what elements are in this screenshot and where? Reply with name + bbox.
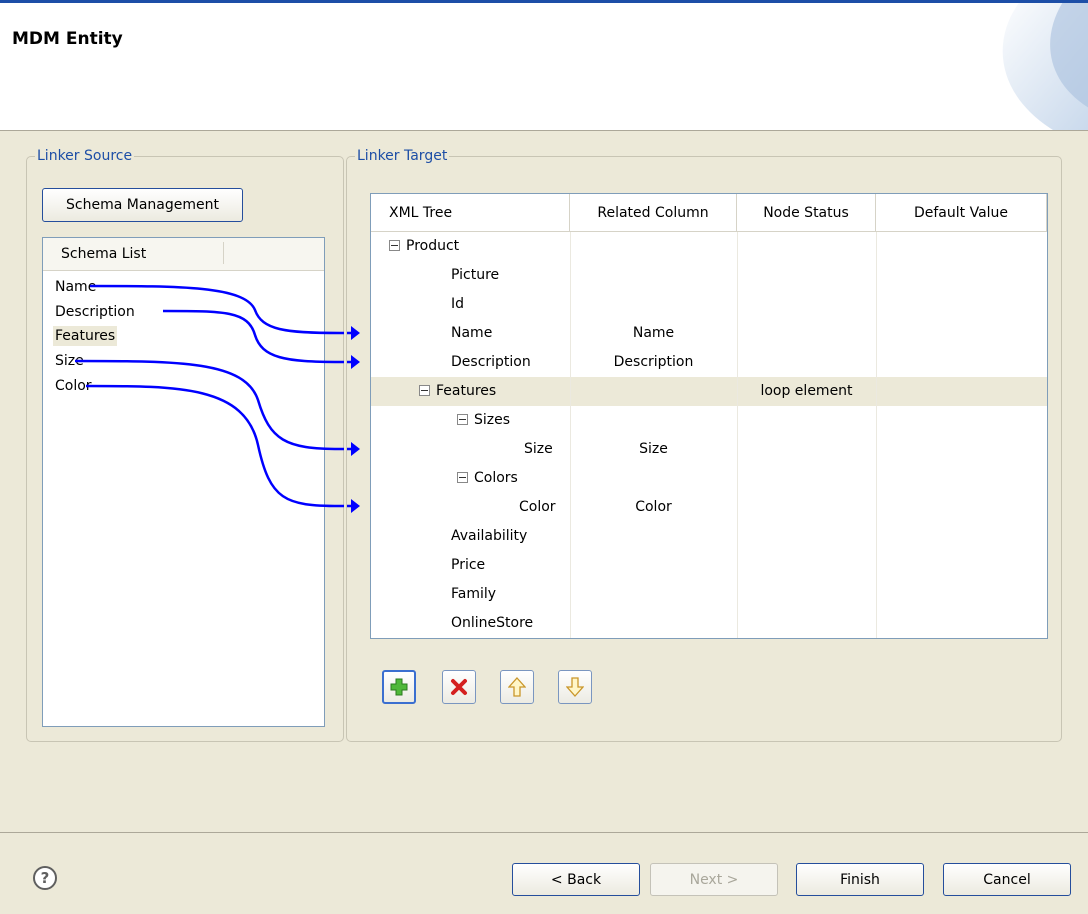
link-lines [74, 284, 360, 513]
help-icon[interactable]: ? [33, 866, 57, 890]
link-size [74, 359, 341, 451]
arrow-head [351, 442, 360, 456]
back-button-label: < Back [550, 871, 602, 888]
link-name [89, 284, 341, 335]
cancel-button-label: Cancel [983, 871, 1031, 888]
back-button[interactable]: < Back [512, 863, 640, 896]
arrow-head [351, 326, 360, 340]
next-button[interactable]: Next > [650, 863, 778, 896]
next-button-label: Next > [689, 871, 739, 888]
cancel-button[interactable]: Cancel [943, 863, 1071, 896]
link-description [162, 309, 341, 364]
finish-button-label: Finish [840, 871, 880, 888]
finish-button[interactable]: Finish [796, 863, 924, 896]
arrow-head [351, 355, 360, 369]
arrow-head [351, 499, 360, 513]
footer-separator [0, 832, 1088, 833]
